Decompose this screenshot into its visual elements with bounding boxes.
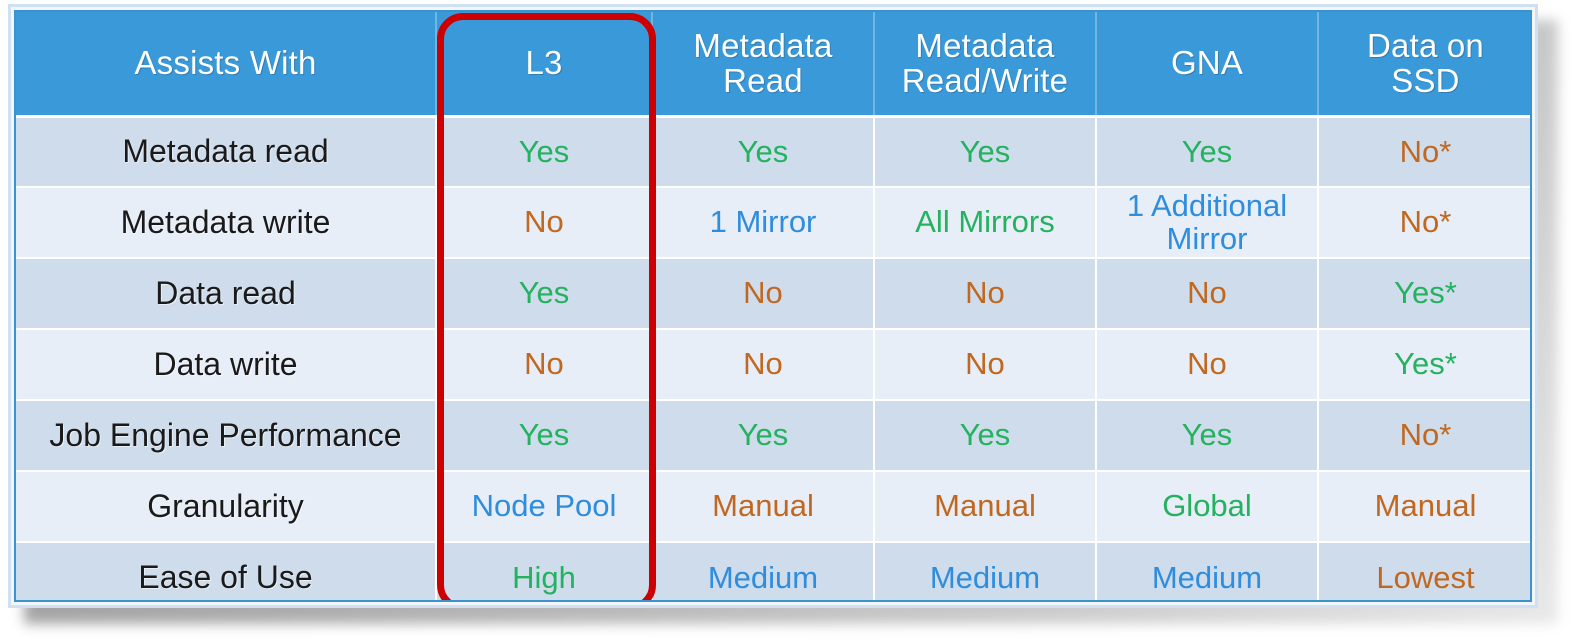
table-row: Granularity Node Pool Manual Manual Glob… (16, 471, 1530, 543)
table-row: Data read Yes No No No Yes* (16, 258, 1530, 330)
cell-value: No (874, 329, 1097, 401)
row-label: Job Engine Performance (16, 400, 437, 472)
column-header-metadata-read-line1: Metadata (693, 26, 833, 64)
cell-value: No* (1318, 400, 1530, 472)
cell-value: Medium (652, 542, 875, 600)
column-header-metadata-read-write-line2: Read/Write (901, 62, 1069, 100)
cell-value-line2: Mirror (1166, 220, 1248, 256)
cell-value: No (436, 187, 653, 259)
cell-value: No (1096, 329, 1319, 401)
table-body: Metadata read Yes Yes Yes Yes No* Metada… (16, 116, 1530, 600)
cell-value: Global (1096, 471, 1319, 543)
row-label: Granularity (16, 471, 437, 543)
cell-value: Yes (874, 116, 1097, 188)
column-header-data-on-ssd-line2: SSD (1391, 62, 1460, 100)
table-row: Data write No No No No Yes* (16, 329, 1530, 401)
cell-value: Medium (874, 542, 1097, 600)
cell-value: No (652, 329, 875, 401)
table-row: Metadata write No 1 Mirror All Mirrors 1… (16, 187, 1530, 259)
cell-value: Node Pool (436, 471, 653, 543)
row-label: Ease of Use (16, 542, 437, 600)
column-header-metadata-read-line2: Read (723, 62, 803, 100)
cell-value: No (1096, 258, 1319, 330)
table-inner-frame: Assists With L3 Metadata Read Metadata R… (14, 10, 1532, 602)
cell-value: No* (1318, 187, 1530, 259)
column-header-metadata-read-write-line1: Metadata (915, 26, 1055, 64)
column-header-gna: GNA (1096, 12, 1319, 118)
column-header-data-on-ssd-line1: Data on (1367, 26, 1484, 64)
cell-value: No (874, 258, 1097, 330)
column-header-data-on-ssd: Data on SSD (1318, 12, 1530, 118)
table-row: Ease of Use High Medium Medium Medium Lo… (16, 542, 1530, 600)
table-outer-frame: Assists With L3 Metadata Read Metadata R… (8, 4, 1538, 608)
table-row: Metadata read Yes Yes Yes Yes No* (16, 116, 1530, 188)
column-header-l3: L3 (436, 12, 653, 118)
cell-value: Yes (652, 116, 875, 188)
cell-value: All Mirrors (874, 187, 1097, 259)
cell-value: High (436, 542, 653, 600)
column-header-metadata-read: Metadata Read (652, 12, 875, 118)
cell-value: Yes* (1318, 329, 1530, 401)
cell-value: No* (1318, 116, 1530, 188)
row-label: Metadata write (16, 187, 437, 259)
cell-value: Yes (436, 116, 653, 188)
cell-value: Medium (1096, 542, 1319, 600)
row-label: Data read (16, 258, 437, 330)
cell-value: Yes (652, 400, 875, 472)
comparison-table-container: Assists With L3 Metadata Read Metadata R… (0, 0, 1579, 640)
cell-value: No (436, 329, 653, 401)
cell-value: Lowest (1318, 542, 1530, 600)
column-header-metadata-read-write: Metadata Read/Write (874, 12, 1097, 118)
cell-value: No (652, 258, 875, 330)
table-row: Job Engine Performance Yes Yes Yes Yes N… (16, 400, 1530, 472)
cell-value: Manual (1318, 471, 1530, 543)
cell-value: Manual (874, 471, 1097, 543)
table-header: Assists With L3 Metadata Read Metadata R… (16, 12, 1530, 118)
cell-value-line1: 1 Additional (1126, 188, 1288, 224)
cell-value: Yes (436, 400, 653, 472)
cell-value: Yes* (1318, 258, 1530, 330)
row-label: Metadata read (16, 116, 437, 188)
row-label: Data write (16, 329, 437, 401)
comparison-table: Assists With L3 Metadata Read Metadata R… (16, 12, 1530, 600)
cell-value: 1 Additional Mirror (1096, 187, 1319, 259)
cell-value: 1 Mirror (652, 187, 875, 259)
cell-value: Yes (1096, 400, 1319, 472)
column-header-assists-with: Assists With (16, 12, 437, 118)
table-header-row: Assists With L3 Metadata Read Metadata R… (16, 12, 1530, 118)
cell-value: Yes (1096, 116, 1319, 188)
cell-value: Manual (652, 471, 875, 543)
cell-value: Yes (436, 258, 653, 330)
cell-value: Yes (874, 400, 1097, 472)
